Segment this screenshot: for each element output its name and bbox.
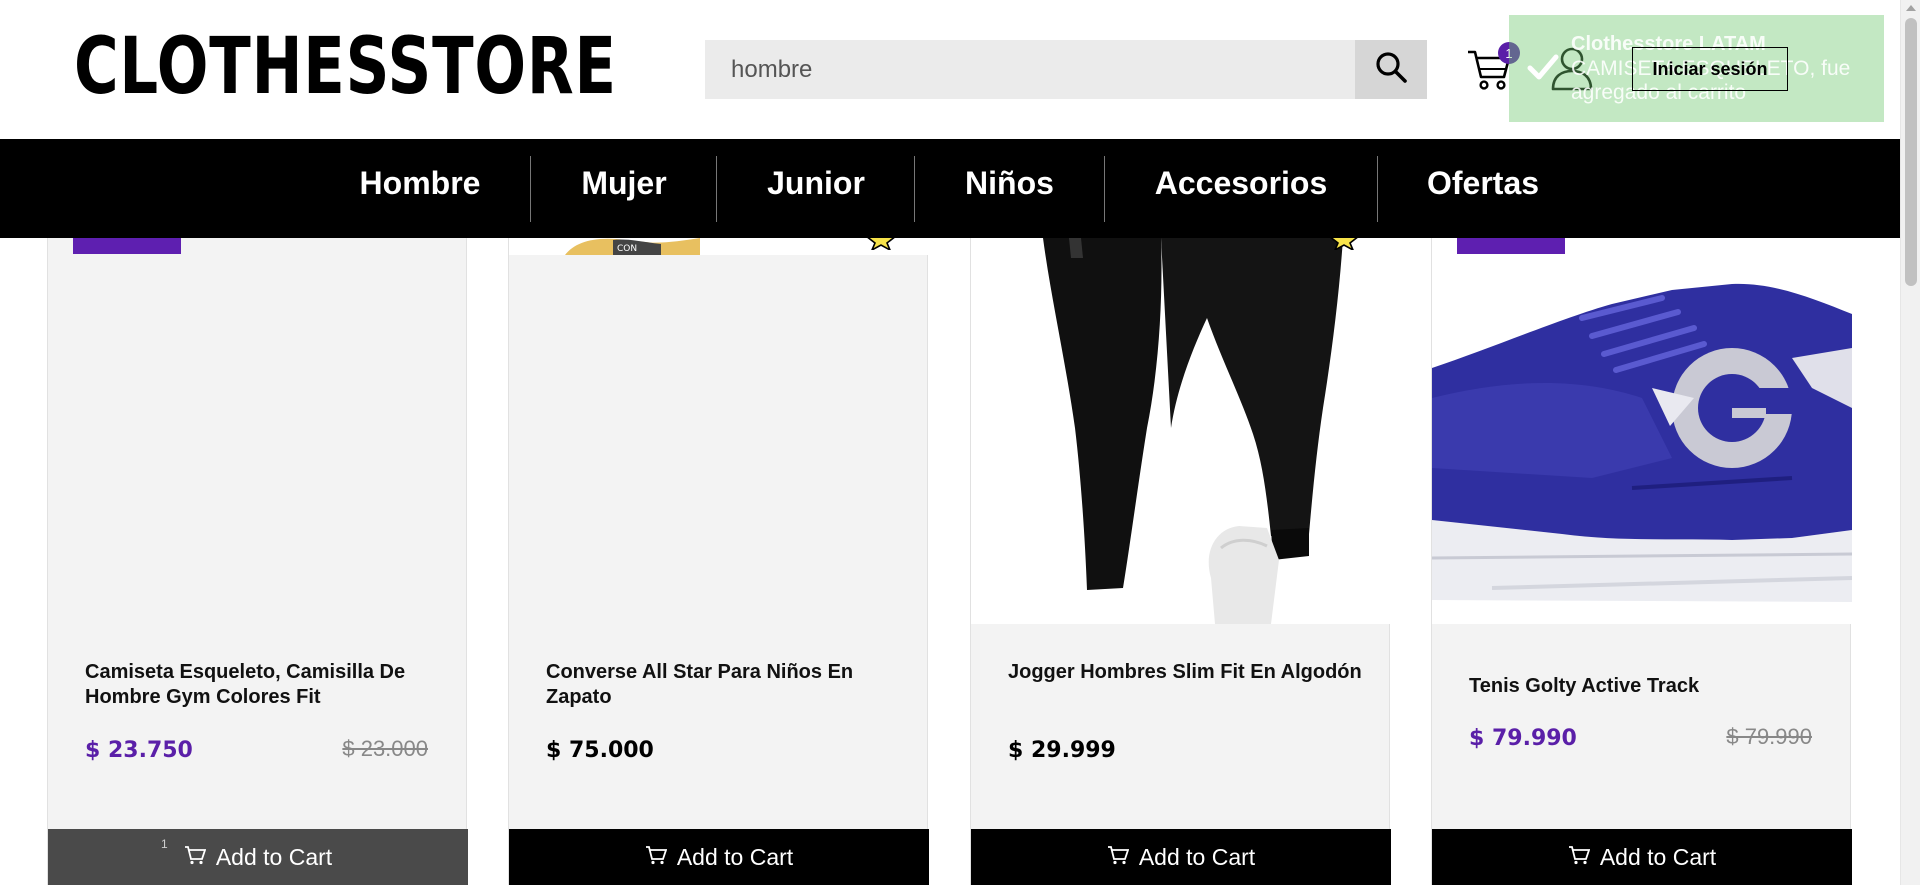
add-to-cart-label: Add to Cart — [676, 843, 794, 870]
product-image[interactable] — [48, 238, 468, 624]
product-card: Tenis Golty Active Track $ 79.990 $ 79.9… — [1431, 238, 1852, 885]
svg-text:CON: CON — [617, 244, 637, 254]
page-scrollbar[interactable] — [1900, 0, 1920, 885]
sneaker-image — [1432, 238, 1852, 624]
product-name[interactable]: Converse All Star Para Niños En Zapato — [546, 660, 906, 710]
add-to-cart-label: Add to Cart — [1599, 843, 1717, 870]
product-price: $ 23.750 — [85, 738, 193, 763]
store-logo[interactable]: CLOTHESSTORE — [74, 28, 617, 106]
product-price: $ 79.990 — [1469, 726, 1577, 751]
nav-item-junior[interactable]: Junior — [766, 139, 866, 238]
product-old-price: $ 79.990 — [1726, 724, 1812, 749]
product-name[interactable]: Jogger Hombres Slim Fit En Algodón — [1008, 660, 1368, 685]
search-button[interactable] — [1355, 40, 1427, 99]
product-card: Camiseta Esqueleto, Camisilla De Hombre … — [47, 238, 468, 885]
nav-divider — [1377, 156, 1378, 222]
add-to-cart-label: Add to Cart — [1138, 843, 1256, 870]
nav-divider — [530, 156, 531, 222]
cart-icon — [645, 844, 668, 871]
nav-divider — [716, 156, 717, 222]
search-bar — [705, 40, 1427, 99]
nav-item-mujer[interactable]: Mujer — [580, 139, 668, 238]
shoe-fragment: CON — [565, 238, 700, 255]
discount-tag — [73, 238, 181, 254]
nav-item-accesorios[interactable]: Accesorios — [1154, 139, 1328, 238]
add-to-cart-button[interactable]: Add to Cart — [971, 829, 1391, 885]
product-price: $ 29.999 — [1008, 738, 1116, 763]
nav-divider — [1104, 156, 1105, 222]
add-to-cart-button[interactable]: Add to Cart — [1432, 829, 1852, 885]
cart-icon — [1466, 50, 1512, 96]
product-name[interactable]: Tenis Golty Active Track — [1469, 674, 1829, 699]
nav-item-hombre[interactable]: Hombre — [359, 139, 481, 238]
search-icon — [1374, 50, 1408, 89]
jogger-image — [971, 238, 1391, 624]
discount-tag — [1457, 238, 1565, 254]
scroll-thumb[interactable] — [1905, 18, 1917, 286]
add-to-cart-label: Add to Cart — [215, 843, 333, 870]
product-card: Jogger Hombres Slim Fit En Algodón $ 29.… — [970, 238, 1391, 885]
add-to-cart-button[interactable]: Add to Cart — [509, 829, 929, 885]
search-input[interactable] — [705, 40, 1355, 99]
scroll-up-arrow[interactable] — [1906, 5, 1916, 11]
cart-icon — [1107, 844, 1130, 871]
add-to-cart-button[interactable]: 1 Add to Cart — [48, 829, 468, 885]
product-price: $ 75.000 — [546, 738, 654, 763]
product-image[interactable]: CON — [509, 238, 929, 624]
check-icon — [1527, 53, 1559, 86]
login-button[interactable]: Iniciar sesión — [1632, 47, 1788, 91]
nav-item-ofertas[interactable]: Ofertas — [1427, 139, 1539, 238]
product-old-price: $ 23.000 — [342, 736, 428, 761]
nav-divider — [914, 156, 915, 222]
cart-quantity: 1 — [161, 837, 168, 851]
product-image[interactable] — [1432, 238, 1852, 624]
cart-icon — [1568, 844, 1591, 871]
product-card: CON Converse All Star Para Niños En Zapa… — [508, 238, 929, 885]
product-image[interactable] — [971, 238, 1391, 624]
cart-icon — [184, 844, 207, 871]
main-nav: Hombre Mujer Junior Niños Accesorios Ofe… — [0, 139, 1900, 238]
nav-item-ninos[interactable]: Niños — [965, 139, 1054, 238]
product-name[interactable]: Camiseta Esqueleto, Camisilla De Hombre … — [85, 660, 445, 710]
